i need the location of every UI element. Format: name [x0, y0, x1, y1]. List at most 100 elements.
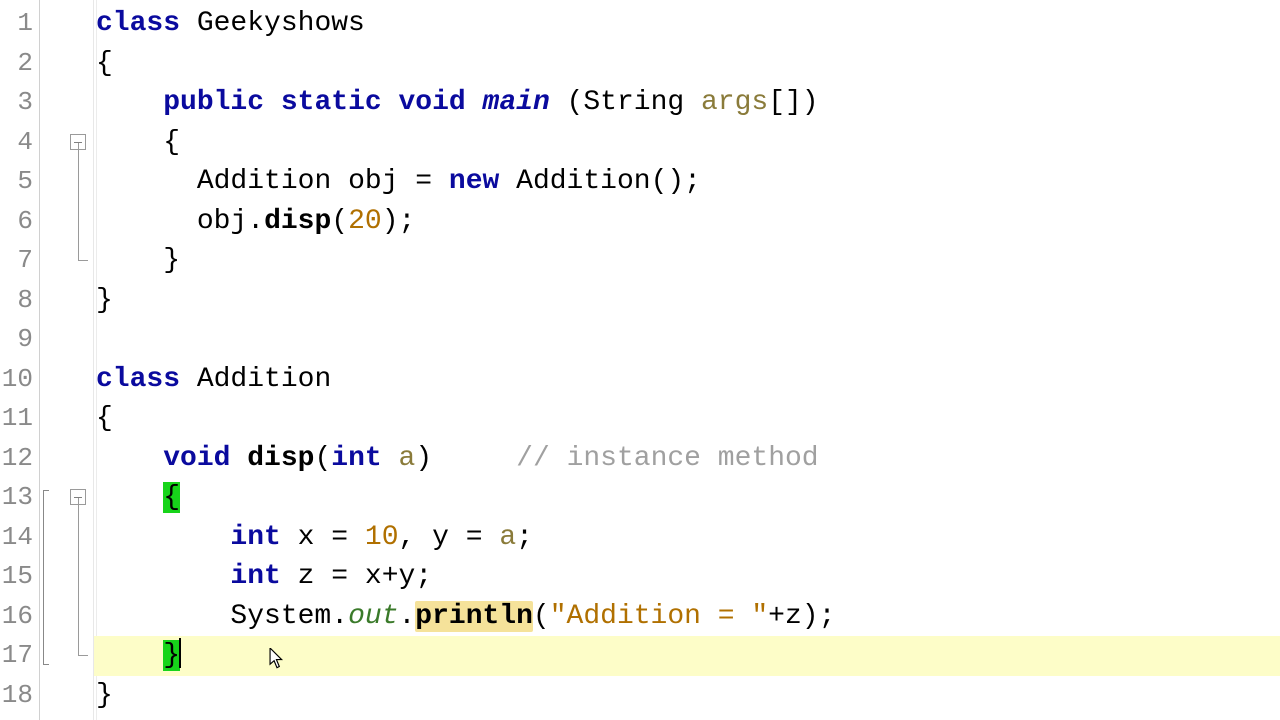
- code-line[interactable]: {: [94, 478, 1280, 518]
- token-text: +: [768, 601, 785, 632]
- token-id: y: [432, 522, 449, 553]
- token-id: x: [298, 522, 315, 553]
- fold-cell: [52, 518, 93, 558]
- token-text: );: [382, 206, 416, 237]
- line-number: 10: [0, 360, 39, 400]
- code-line[interactable]: }: [94, 676, 1280, 716]
- token-kw: int: [230, 522, 280, 553]
- token-typ: Addition: [197, 166, 331, 197]
- token-id: z: [785, 601, 802, 632]
- line-number: 4: [0, 123, 39, 163]
- token-text: {: [96, 127, 180, 158]
- line-number: 6: [0, 202, 39, 242]
- line-number: 15: [0, 557, 39, 597]
- line-number: 14: [0, 518, 39, 558]
- code-line[interactable]: void disp(int a) // instance method: [94, 439, 1280, 479]
- bracket-indicator-column: [40, 0, 52, 720]
- token-text: [466, 87, 483, 118]
- line-number: 9: [0, 320, 39, 360]
- token-text: (: [533, 601, 550, 632]
- token-num: 10: [365, 522, 399, 553]
- token-text: [382, 87, 399, 118]
- text-caret: [179, 638, 181, 668]
- token-text: (String: [550, 87, 701, 118]
- token-text: ();: [651, 166, 701, 197]
- token-kw: class: [96, 8, 180, 39]
- token-kw: void: [399, 87, 466, 118]
- fold-cell: [52, 439, 93, 479]
- code-line[interactable]: obj.disp(20);: [94, 202, 1280, 242]
- code-line[interactable]: [94, 320, 1280, 360]
- code-editor[interactable]: 123456789101112131415161718 class Geekys…: [0, 0, 1280, 720]
- token-text: [96, 166, 197, 197]
- code-line[interactable]: class Addition: [94, 360, 1280, 400]
- fold-cell: [52, 399, 93, 439]
- token-id: y: [399, 561, 416, 592]
- fold-cell: [52, 44, 93, 84]
- line-number: 18: [0, 676, 39, 716]
- token-num: 20: [348, 206, 382, 237]
- token-text: [96, 482, 163, 513]
- token-text: [382, 443, 399, 474]
- token-text: []): [768, 87, 818, 118]
- token-text: [180, 8, 197, 39]
- line-number: 17: [0, 636, 39, 676]
- token-text: ;: [415, 561, 432, 592]
- token-kw: new: [449, 166, 499, 197]
- token-id: obj: [348, 166, 398, 197]
- token-typ: Geekyshows: [197, 8, 365, 39]
- code-line[interactable]: {: [94, 123, 1280, 163]
- fold-cell: [52, 4, 93, 44]
- token-text: [96, 443, 163, 474]
- token-text: }: [96, 680, 113, 711]
- code-line[interactable]: }: [94, 636, 1280, 676]
- token-kw: void: [163, 443, 230, 474]
- code-line[interactable]: int x = 10, y = a;: [94, 518, 1280, 558]
- token-call-warn: println: [415, 601, 533, 632]
- line-number: 3: [0, 83, 39, 123]
- token-text: (: [314, 443, 331, 474]
- code-line[interactable]: {: [94, 44, 1280, 84]
- token-text: }: [96, 245, 180, 276]
- token-typ: System: [230, 601, 331, 632]
- token-text: [180, 364, 197, 395]
- line-number: 12: [0, 439, 39, 479]
- fold-cell: [52, 241, 93, 281]
- token-text: [96, 640, 163, 671]
- token-text: [499, 166, 516, 197]
- token-text: );: [802, 601, 836, 632]
- token-param: a: [499, 522, 516, 553]
- token-text: }: [96, 285, 113, 316]
- code-line[interactable]: public static void main (String args[]): [94, 83, 1280, 123]
- code-line[interactable]: int z = x+y;: [94, 557, 1280, 597]
- token-text: [331, 166, 348, 197]
- token-text: [281, 522, 298, 553]
- token-kw: int: [331, 443, 381, 474]
- token-text: [264, 87, 281, 118]
- token-text: ): [415, 443, 516, 474]
- token-param: a: [399, 443, 416, 474]
- fold-cell: [52, 162, 93, 202]
- code-area[interactable]: class Geekyshows { public static void mai…: [94, 0, 1280, 720]
- token-text: {: [96, 48, 113, 79]
- code-line[interactable]: System.out.println("Addition = "+z);: [94, 597, 1280, 637]
- code-line[interactable]: }: [94, 281, 1280, 321]
- code-line[interactable]: }: [94, 241, 1280, 281]
- line-number: 2: [0, 44, 39, 84]
- fold-cell: [52, 597, 93, 637]
- token-text: (: [331, 206, 348, 237]
- token-text: =: [314, 561, 364, 592]
- line-number: 11: [0, 399, 39, 439]
- token-brmatch: }: [163, 640, 180, 671]
- code-line[interactable]: {: [94, 399, 1280, 439]
- code-line[interactable]: Addition obj = new Addition();: [94, 162, 1280, 202]
- code-line[interactable]: class Geekyshows: [94, 4, 1280, 44]
- token-fld: out: [348, 601, 398, 632]
- token-text: +: [382, 561, 399, 592]
- token-kw: class: [96, 364, 180, 395]
- line-number: 1: [0, 4, 39, 44]
- token-text: ,: [399, 522, 433, 553]
- token-text: =: [398, 166, 448, 197]
- token-call: disp: [247, 443, 314, 474]
- token-text: [230, 443, 247, 474]
